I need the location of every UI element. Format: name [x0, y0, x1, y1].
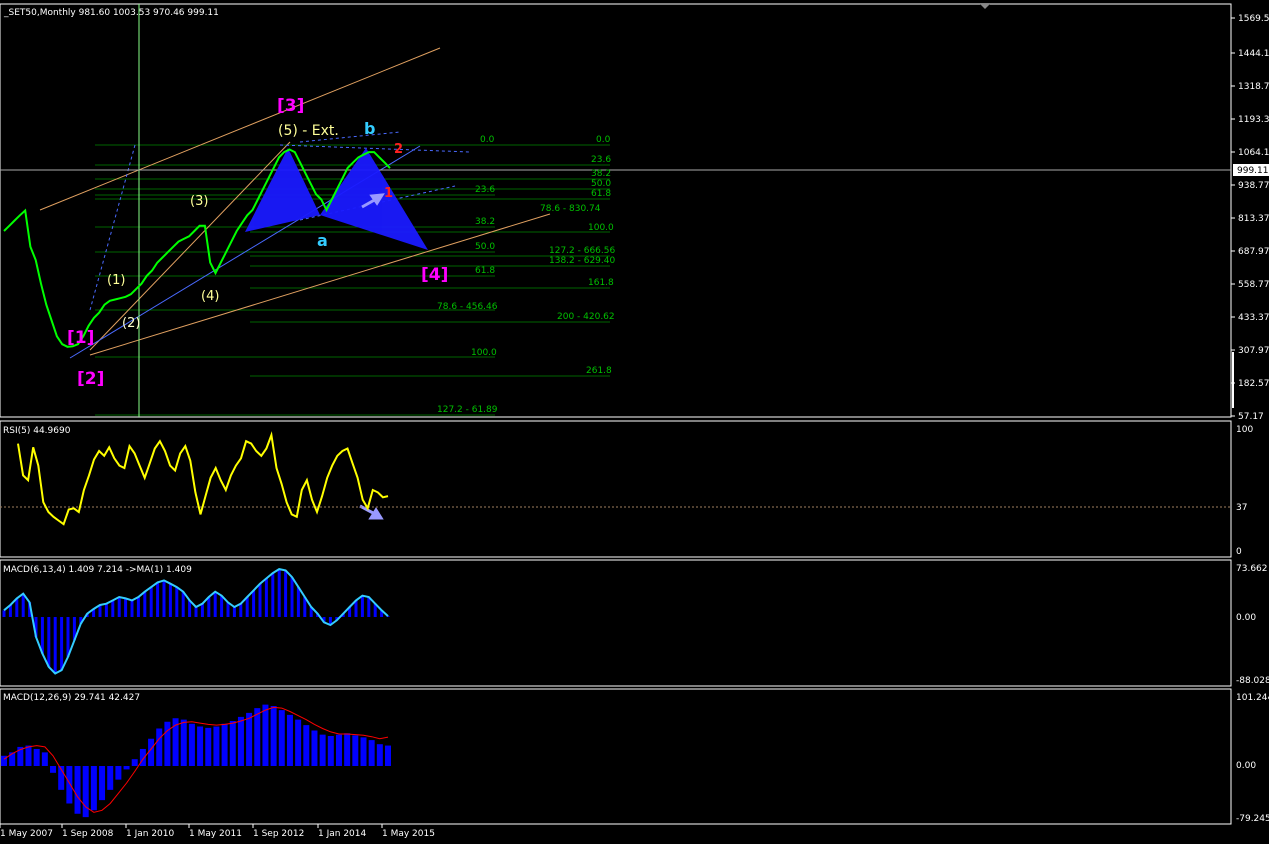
arrow-down-icon [359, 504, 384, 520]
price-axis-tick: 558.77 [1238, 280, 1269, 290]
wave-label-sub3: (3) [190, 194, 208, 209]
inner-channel [89, 141, 291, 351]
wave-label-sub5: (5) - Ext. [278, 123, 339, 139]
price-axis-tick: 1444.17 [1238, 49, 1269, 59]
fib-label: 161.8 [588, 278, 614, 288]
macd1-histogram [2, 569, 390, 674]
time-axis-label: 1 May 2015 [382, 829, 435, 839]
macd2-tick-bottom: -79.245 [1236, 814, 1269, 824]
price-axis: 1569.57 1444.17 1318.77 1193.37 1064.17 938.7… [1231, 14, 1269, 422]
macd2-histogram [1, 704, 391, 818]
wave-label-w4: [4] [421, 265, 448, 285]
wave-label-w1: [1] [67, 328, 94, 348]
wave-label-w2: [2] [77, 369, 104, 389]
price-axis-tick: 813.37 [1238, 214, 1269, 224]
time-axis-label: 1 Jan 2010 [126, 829, 174, 839]
trading-chart[interactable]: [1] [2] [3] [4] (1) (2) (3) (4) (5) - Ex… [0, 0, 1269, 844]
fib-label: 100.0 [588, 223, 614, 233]
fib-label: 0.0 [596, 135, 611, 145]
pattern-left-triangle [245, 148, 320, 232]
price-axis-tick: 938.77 [1238, 181, 1269, 191]
macd1-tick-bottom: -88.028 [1236, 676, 1269, 686]
price-axis-tick: 182.57 [1238, 379, 1269, 389]
fib-label: 261.8 [586, 366, 612, 376]
macd2-title: MACD(12,26,9) 29.741 42.427 [3, 693, 140, 703]
fib-label: 38.2 [475, 217, 495, 227]
wave-label-w3: [3] [277, 96, 304, 116]
macd1-tick-zero: 0.00 [1236, 613, 1256, 623]
macd1-title: MACD(6,13,4) 1.409 7.214 ->MA(1) 1.409 [3, 565, 192, 575]
rsi-series [17, 431, 389, 526]
time-axis-label: 1 Sep 2012 [253, 829, 304, 839]
fib-label: 50.0 [475, 242, 495, 252]
fib-label: 23.6 [591, 155, 611, 165]
scroll-marker-icon[interactable] [980, 4, 990, 9]
fib-label: 23.6 [475, 185, 495, 195]
wave-label-pt2: 2 [394, 142, 403, 157]
fib-label: 78.6 - 456.46 [437, 302, 498, 312]
price-axis-tick: 307.97 [1238, 346, 1269, 356]
price-axis-tick: 1193.37 [1238, 115, 1269, 125]
fib-label: 127.2 - 61.89 [437, 405, 498, 415]
symbol-title: _SET50,Monthly 981.60 1003.53 970.46 999… [3, 8, 219, 18]
wave-label-sub1: (1) [107, 273, 125, 288]
macd2-tick-zero: 0.00 [1236, 761, 1256, 771]
macd1-tick-top: 73.662 [1236, 564, 1268, 574]
fib-label: 0.0 [480, 135, 495, 145]
price-axis-tick: 1318.77 [1238, 82, 1269, 92]
fib-label: 50.0 [591, 179, 611, 189]
price-axis-tick: 433.37 [1238, 313, 1269, 323]
macd2-tick-top: 101.244 [1236, 693, 1269, 703]
current-price-label: 999.11 [1237, 166, 1269, 176]
main-panel-frame [0, 3, 1232, 418]
macd1-panel-frame [0, 559, 1232, 687]
rsi-tick-37: 37 [1236, 503, 1247, 513]
wave-label-a: a [317, 231, 328, 250]
fib-label: 200 - 420.62 [557, 312, 615, 322]
fib-label: 127.2 - 666.56 [549, 246, 615, 256]
fib-label: 38.2 [591, 169, 611, 179]
price-axis-tick: 687.97 [1238, 247, 1269, 257]
fib-label: 78.6 - 830.74 [540, 204, 601, 214]
rsi-panel-frame [0, 420, 1232, 558]
time-axis: 1 May 2007 1 Sep 2008 1 Jan 2010 1 May 2011… [0, 824, 435, 839]
wave-label-sub4: (4) [201, 289, 219, 304]
time-axis-label: 1 May 2007 [0, 829, 53, 839]
price-axis-tick: 1064.17 [1238, 148, 1269, 158]
wave-label-sub2: (2) [122, 316, 140, 331]
price-axis-tick: 57.17 [1238, 412, 1264, 422]
fib-label: 100.0 [471, 348, 497, 358]
rsi-title: RSI(5) 44.9690 [3, 426, 71, 436]
fib-label: 138.2 - 629.40 [549, 256, 615, 266]
rsi-tick-100: 100 [1236, 425, 1253, 435]
wave-label-pt1: 1 [384, 186, 393, 201]
time-axis-label: 1 Sep 2008 [62, 829, 114, 839]
time-axis-label: 1 Jan 2014 [318, 829, 366, 839]
fib-label: 61.8 [591, 189, 611, 199]
price-axis-tick: 1569.57 [1238, 14, 1269, 24]
wave-label-b: b [364, 119, 375, 138]
trend-line-2 [279, 144, 471, 153]
fib-labels: 0.0 0.0 23.6 38.2 50.0 61.8 23.6 78.6 - … [437, 135, 615, 415]
time-axis-label: 1 May 2011 [189, 829, 242, 839]
fib-label: 61.8 [475, 266, 495, 276]
rsi-tick-0: 0 [1236, 547, 1242, 557]
